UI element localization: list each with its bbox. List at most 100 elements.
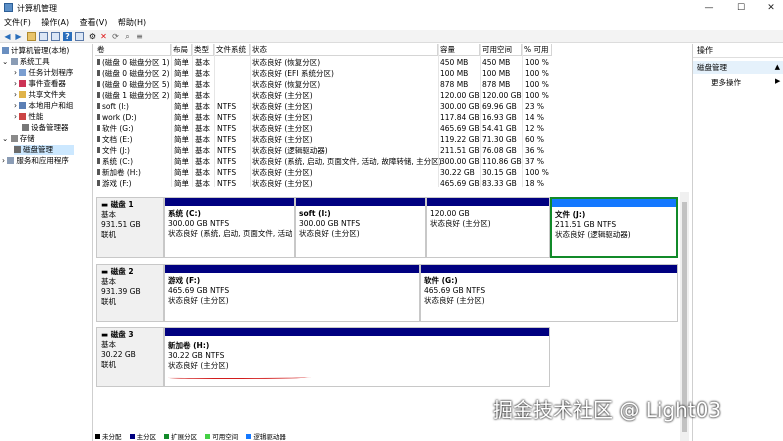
- clock-icon: [19, 69, 27, 76]
- tree-task-scheduler[interactable]: › 任务计划程序: [14, 68, 73, 78]
- column-capacity[interactable]: 容量: [438, 44, 480, 56]
- partition[interactable]: soft (I:) 300.00 GB NTFS 状态良好 (主分区): [295, 197, 426, 258]
- partition-status: 状态良好 (主分区): [424, 296, 485, 305]
- volume-pct: 37 %: [525, 157, 545, 166]
- refresh-icon[interactable]: ⟳: [111, 32, 120, 41]
- tree-event-viewer[interactable]: › 事件查看器: [14, 79, 66, 89]
- export-icon[interactable]: [75, 32, 84, 41]
- properties-icon[interactable]: [51, 32, 60, 41]
- list-view-icon[interactable]: ≡: [135, 32, 144, 41]
- menu-action[interactable]: 操作(A): [37, 16, 73, 30]
- tree-root[interactable]: 计算机管理(本地): [2, 46, 69, 56]
- disk-info[interactable]: ▬ 磁盘 2 基本 931.39 GB 联机: [96, 264, 164, 322]
- partition[interactable]: 软件 (G:) 465.69 GB NTFS 状态良好 (主分区): [420, 264, 678, 322]
- collapse-up-icon[interactable]: ▲: [775, 61, 780, 74]
- volume-icon: [97, 81, 100, 87]
- search-icon[interactable]: ⌕: [123, 32, 132, 41]
- disk-management-icon: [14, 146, 21, 153]
- column-free[interactable]: 可用空间: [480, 44, 522, 56]
- volume-pct: 100 %: [525, 168, 549, 177]
- collapse-arrow-icon[interactable]: ⌄: [2, 57, 8, 66]
- volume-capacity: 300.00 GB: [440, 157, 480, 166]
- back-icon[interactable]: ◀: [3, 32, 12, 41]
- volume-pct: 23 %: [525, 102, 545, 111]
- close-button[interactable]: ✕: [761, 1, 781, 15]
- disk-name: 磁盘 2: [110, 267, 134, 276]
- expand-arrow-icon[interactable]: ›: [14, 79, 17, 88]
- expand-arrow-icon[interactable]: ›: [14, 90, 17, 99]
- menu-view[interactable]: 查看(V): [76, 16, 112, 30]
- column-pct-free[interactable]: % 可用: [522, 44, 552, 56]
- tree-local-users[interactable]: › 本地用户和组: [14, 101, 73, 111]
- legend-label: 主分区: [136, 433, 157, 441]
- minimize-button[interactable]: —: [699, 1, 719, 15]
- collapse-arrow-icon[interactable]: ⌄: [2, 134, 8, 143]
- legend-swatch-logical: [246, 434, 252, 439]
- expand-arrow-icon[interactable]: ›: [14, 68, 17, 77]
- volume-fs: NTFS: [217, 102, 237, 111]
- computer-management-icon: [4, 3, 13, 12]
- tree-performance[interactable]: › 性能: [14, 112, 43, 122]
- toolbar: ◀ ▶ ? ⚙ ✕ ⟳ ⌕ ≡: [0, 30, 783, 43]
- expand-arrow-icon[interactable]: ›: [14, 112, 17, 121]
- volume-free: 69.96 GB: [482, 102, 517, 111]
- tree-storage[interactable]: ⌄ 存储: [2, 134, 35, 144]
- volume-layout: 简单: [174, 135, 189, 144]
- tree-system-tools[interactable]: ⌄ 系统工具: [2, 57, 50, 67]
- volume-status: 状态良好 (主分区): [252, 179, 313, 188]
- menu-help[interactable]: 帮助(H): [114, 16, 150, 30]
- column-status[interactable]: 状态: [250, 44, 438, 56]
- volume-status: 状态良好 (恢复分区): [252, 58, 321, 67]
- volume-pct: 14 %: [525, 113, 545, 122]
- column-filesystem[interactable]: 文件系统: [214, 44, 250, 56]
- disk-info[interactable]: ▬ 磁盘 1 基本 931.51 GB 联机: [96, 197, 164, 258]
- tree-shared-folders[interactable]: › 共享文件夹: [14, 90, 66, 100]
- volume-icon: [97, 59, 100, 65]
- disk-info[interactable]: ▬ 磁盘 3 基本 30.22 GB 联机: [96, 327, 164, 387]
- volume-free: 100 MB: [482, 69, 511, 78]
- volume-name: 文件 (J:): [102, 146, 130, 155]
- volume-fs: NTFS: [217, 179, 237, 188]
- settings-icon[interactable]: ⚙: [88, 32, 97, 41]
- volume-icon: [97, 103, 100, 109]
- disk-name: 磁盘 3: [110, 330, 134, 339]
- show-hide-tree-icon[interactable]: [39, 32, 48, 41]
- volume-fs: NTFS: [217, 146, 237, 155]
- volume-fs: NTFS: [217, 124, 237, 133]
- tree-services[interactable]: › 服务和应用程序: [2, 156, 69, 166]
- volume-layout: 简单: [174, 58, 189, 67]
- maximize-button[interactable]: ☐: [731, 1, 751, 15]
- volume-capacity: 30.22 GB: [440, 168, 475, 177]
- partition[interactable]: 系统 (C:) 300.00 GB NTFS 状态良好 (系统, 启动, 页面文…: [164, 197, 295, 258]
- partition-status: 状态良好 (主分区): [168, 296, 229, 305]
- tree-services-label: 服务和应用程序: [16, 156, 69, 165]
- volume-status: 状态良好 (主分区): [252, 168, 313, 177]
- partition-stripe: [165, 265, 419, 273]
- expand-arrow-icon[interactable]: ›: [2, 156, 5, 165]
- tree-device-manager[interactable]: 设备管理器: [22, 123, 69, 133]
- more-actions-link[interactable]: 更多操作: [711, 77, 741, 88]
- volume-layout: 简单: [174, 69, 189, 78]
- tree-disk-management[interactable]: 磁盘管理: [14, 145, 74, 155]
- forward-icon[interactable]: ▶: [14, 32, 23, 41]
- tree-task-scheduler-label: 任务计划程序: [28, 68, 74, 77]
- volume-capacity: 117.84 GB: [440, 113, 480, 122]
- delete-icon[interactable]: ✕: [99, 32, 108, 41]
- partition[interactable]: 120.00 GB 状态良好 (主分区): [426, 197, 550, 258]
- folder-icon: [19, 91, 27, 98]
- column-layout[interactable]: 布局: [171, 44, 192, 56]
- column-type[interactable]: 类型: [192, 44, 214, 56]
- menu-file[interactable]: 文件(F): [0, 16, 35, 30]
- up-icon[interactable]: [27, 32, 36, 41]
- column-volume[interactable]: 卷: [95, 44, 171, 56]
- expand-arrow-icon[interactable]: ›: [14, 101, 17, 110]
- chevron-right-icon[interactable]: ▶: [775, 77, 780, 85]
- partition[interactable]: 游戏 (F:) 465.69 GB NTFS 状态良好 (主分区): [164, 264, 420, 322]
- actions-section-disk-management[interactable]: 磁盘管理 ▲: [693, 61, 783, 74]
- volume-layout: 简单: [174, 91, 189, 100]
- partition-size: 211.51 GB NTFS: [555, 220, 617, 229]
- volume-status: 状态良好 (主分区): [252, 102, 313, 111]
- help-icon[interactable]: ?: [63, 32, 72, 41]
- partition-selected[interactable]: 文件 (J:) 211.51 GB NTFS 状态良好 (逻辑驱动器): [550, 197, 678, 258]
- computer-icon: [2, 47, 9, 54]
